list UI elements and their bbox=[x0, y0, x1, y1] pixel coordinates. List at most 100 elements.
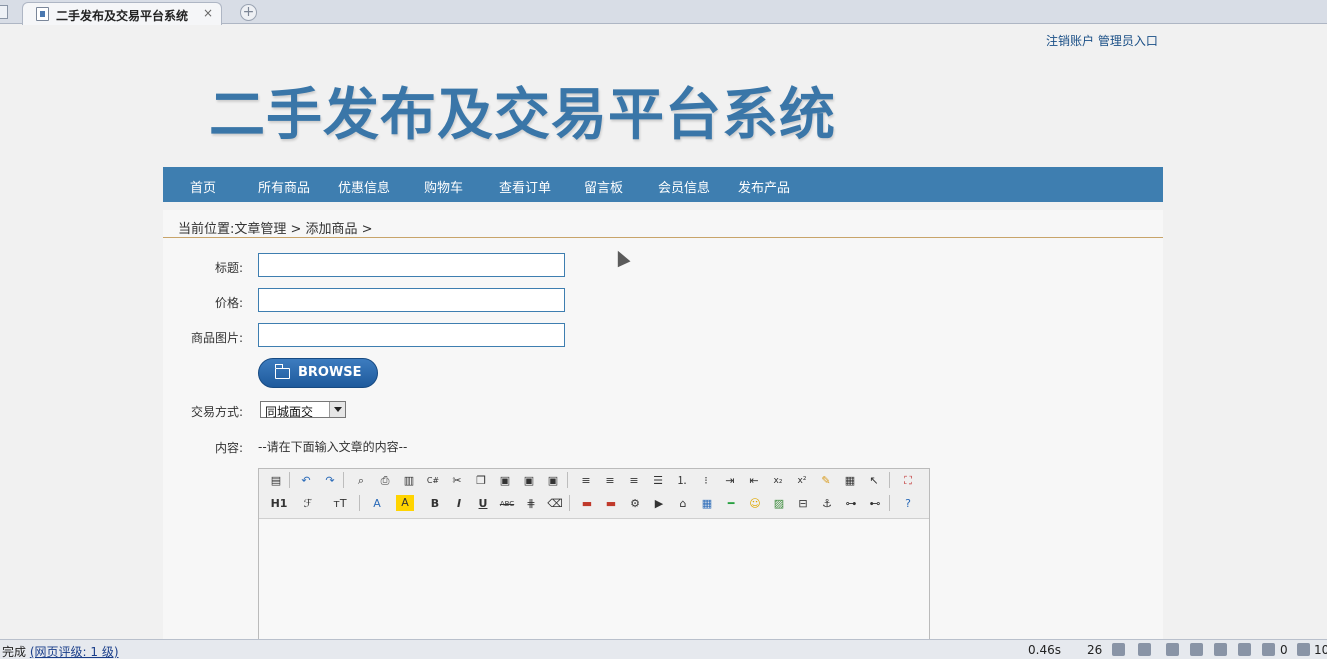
user-icon[interactable] bbox=[1112, 643, 1125, 656]
nav-item-cart[interactable]: 购物车 bbox=[424, 177, 463, 196]
superscript-icon[interactable]: x² bbox=[793, 472, 811, 490]
nav-item-orders[interactable]: 查看订单 bbox=[499, 177, 551, 196]
site-logo: 二手发布及交易平台系统 bbox=[209, 83, 836, 148]
font-size-text: тT bbox=[333, 497, 347, 510]
align-left-icon[interactable]: ≡ bbox=[577, 472, 595, 490]
nav-item-all-products[interactable]: 所有商品 bbox=[258, 177, 310, 196]
nav-item-publish[interactable]: 发布产品 bbox=[738, 177, 790, 196]
download-icon[interactable] bbox=[1138, 643, 1151, 656]
map-icon[interactable]: ▨ bbox=[770, 495, 788, 513]
breadcrumb: 当前位置:文章管理 > 添加商品 > bbox=[178, 222, 373, 237]
main-nav: 首页 所有商品 优惠信息 购物车 查看订单 留言板 会员信息 发布产品 bbox=[163, 167, 1163, 202]
font-size-icon[interactable]: тT bbox=[329, 495, 351, 513]
unordered-list-icon[interactable]: ⁝ bbox=[697, 472, 715, 490]
eye-icon[interactable] bbox=[1238, 643, 1251, 656]
unlink-icon[interactable]: ⊷ bbox=[866, 495, 884, 513]
anchor-icon[interactable]: ⚓ bbox=[818, 495, 836, 513]
flash-icon[interactable]: ⚙ bbox=[626, 495, 644, 513]
indent-icon[interactable]: ⇥ bbox=[721, 472, 739, 490]
cursor-icon[interactable]: ↖ bbox=[865, 472, 883, 490]
emoticon-icon[interactable]: ☺ bbox=[746, 495, 764, 513]
code-icon[interactable]: C# bbox=[424, 472, 442, 490]
underline-icon[interactable]: U bbox=[474, 495, 492, 513]
status-bar: 完成 (网页评级: 1 级) 0.46s 26 0 10 bbox=[0, 639, 1327, 659]
align-justify-icon[interactable]: ☰ bbox=[649, 472, 667, 490]
table-icon[interactable]: ▦ bbox=[698, 495, 716, 513]
paste-icon[interactable]: ▣ bbox=[496, 472, 514, 490]
template-icon[interactable]: ▥ bbox=[400, 472, 418, 490]
toolbar-separator bbox=[569, 495, 570, 511]
tab-title: 二手发布及交易平台系统 bbox=[56, 9, 189, 23]
editor-toolbar: ▤ ↶ ↷ ⌕ ⎙ ▥ C# ✂ ❐ ▣ ▣ ▣ ≡ ≡ ≡ ☰ ⒈ ⁝ ⇥ ⇤… bbox=[259, 469, 929, 519]
shield-icon[interactable] bbox=[1262, 643, 1275, 656]
browser-tab[interactable]: 二手发布及交易平台系统 × bbox=[22, 2, 222, 25]
highlight-icon[interactable]: A bbox=[396, 495, 414, 511]
paste-word-icon[interactable]: ▣ bbox=[544, 472, 562, 490]
clear-format-icon[interactable]: ✎ bbox=[817, 472, 835, 490]
redo-icon[interactable]: ↷ bbox=[321, 472, 339, 490]
chevron-down-icon[interactable] bbox=[329, 402, 345, 417]
preview-icon[interactable]: ⌕ bbox=[352, 472, 370, 490]
line-height-icon[interactable]: ⋕ bbox=[522, 495, 540, 513]
fullscreen-icon[interactable]: ⛶ bbox=[899, 472, 917, 490]
editor-content-area[interactable] bbox=[259, 520, 929, 640]
image-icon[interactable]: ▬ bbox=[578, 495, 596, 513]
multi-image-icon[interactable]: ▬ bbox=[602, 495, 620, 513]
zoom-icon[interactable] bbox=[1297, 643, 1310, 656]
outdent-icon[interactable]: ⇤ bbox=[745, 472, 763, 490]
nav-item-member[interactable]: 会员信息 bbox=[658, 177, 710, 196]
folder-icon bbox=[274, 364, 290, 379]
nav-item-deals[interactable]: 优惠信息 bbox=[338, 177, 390, 196]
align-center-icon[interactable]: ≡ bbox=[601, 472, 619, 490]
font-color-icon[interactable]: A bbox=[368, 495, 386, 513]
ordered-list-icon[interactable]: ⒈ bbox=[673, 472, 691, 490]
heading-text: H1 bbox=[270, 497, 288, 510]
content-label: 内容: bbox=[214, 441, 243, 455]
bell-icon[interactable] bbox=[1190, 643, 1203, 656]
window-icon[interactable] bbox=[1214, 643, 1227, 656]
toolbar-separator bbox=[567, 472, 568, 488]
cut-icon[interactable]: ✂ bbox=[448, 472, 466, 490]
strikethrough-icon[interactable]: ABC bbox=[498, 495, 516, 513]
image-path-input[interactable] bbox=[258, 323, 565, 347]
title-label: 标题: bbox=[214, 261, 243, 275]
strike-text: ABC bbox=[499, 500, 515, 508]
tab-close-icon[interactable]: × bbox=[203, 6, 213, 20]
toolbar-separator bbox=[289, 472, 290, 488]
rich-text-editor: ▤ ↶ ↷ ⌕ ⎙ ▥ C# ✂ ❐ ▣ ▣ ▣ ≡ ≡ ≡ ☰ ⒈ ⁝ ⇥ ⇤… bbox=[258, 468, 930, 640]
price-input[interactable] bbox=[258, 288, 565, 312]
paste-plain-icon[interactable]: ▣ bbox=[520, 472, 538, 490]
browse-button[interactable]: BROWSE bbox=[258, 358, 378, 388]
page-rating-link[interactable]: (网页评级: 1 级) bbox=[30, 645, 119, 659]
sidebar-toggle-icon[interactable] bbox=[0, 5, 8, 19]
volume-icon[interactable] bbox=[1166, 643, 1179, 656]
logout-link[interactable]: 注销账户 bbox=[1046, 34, 1094, 48]
bold-text: B bbox=[430, 497, 440, 510]
undo-icon[interactable]: ↶ bbox=[297, 472, 315, 490]
media-icon[interactable]: ▶ bbox=[650, 495, 668, 513]
select-all-icon[interactable]: ▦ bbox=[841, 472, 859, 490]
attach-icon[interactable]: ⌂ bbox=[674, 495, 692, 513]
font-family-icon[interactable]: ℱ bbox=[299, 495, 317, 513]
copy-icon[interactable]: ❐ bbox=[472, 472, 490, 490]
title-input[interactable] bbox=[258, 253, 565, 277]
new-tab-icon[interactable]: + bbox=[240, 4, 257, 21]
nav-item-home[interactable]: 首页 bbox=[190, 177, 216, 196]
nav-item-guestbook[interactable]: 留言板 bbox=[584, 177, 623, 196]
bold-icon[interactable]: B bbox=[426, 495, 444, 513]
subscript-icon[interactable]: x₂ bbox=[769, 472, 787, 490]
hr-icon[interactable]: ━ bbox=[722, 495, 740, 513]
pagebreak-icon[interactable]: ⊟ bbox=[794, 495, 812, 513]
italic-icon[interactable]: I bbox=[450, 495, 468, 513]
print-icon[interactable]: ⎙ bbox=[376, 472, 394, 490]
resource-count: 26 bbox=[1087, 643, 1103, 657]
remove-format-icon[interactable]: ⌫ bbox=[546, 495, 564, 513]
trade-select[interactable]: 同城面交 bbox=[260, 401, 346, 419]
status-left: 完成 (网页评级: 1 级) bbox=[2, 643, 119, 659]
link-icon[interactable]: ⊶ bbox=[842, 495, 860, 513]
align-right-icon[interactable]: ≡ bbox=[625, 472, 643, 490]
help-icon[interactable]: ? bbox=[899, 495, 917, 513]
source-icon[interactable]: ▤ bbox=[267, 472, 285, 490]
admin-link[interactable]: 管理员入口 bbox=[1098, 34, 1158, 48]
heading-icon[interactable]: H1 bbox=[267, 495, 291, 513]
